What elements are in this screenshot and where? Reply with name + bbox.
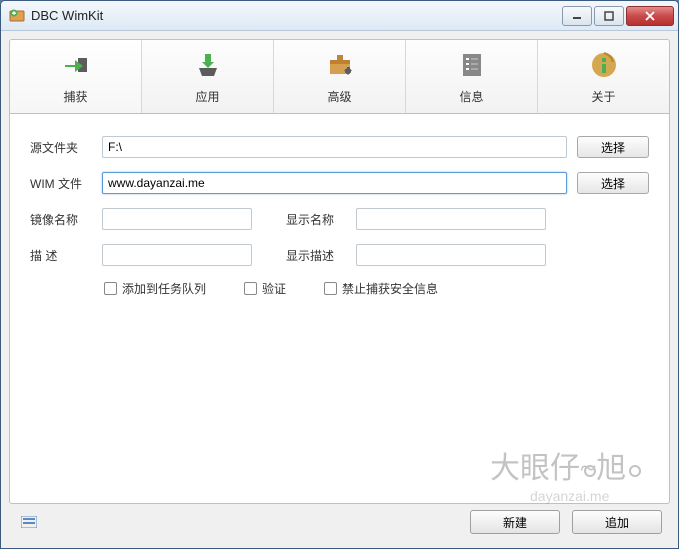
display-name-label: 显示名称 — [286, 211, 346, 228]
wim-file-input[interactable] — [102, 172, 567, 194]
capture-icon — [61, 50, 91, 80]
checkbox-icon — [104, 282, 117, 295]
titlebar: DBC WimKit — [1, 1, 678, 31]
tab-apply[interactable]: 应用 — [142, 40, 274, 113]
maximize-button[interactable] — [594, 6, 624, 26]
window-controls — [562, 6, 674, 26]
tab-info-label: 信息 — [459, 88, 483, 105]
checkbox-icon — [244, 282, 257, 295]
apply-icon — [193, 50, 223, 80]
tab-capture-label: 捕获 — [63, 88, 87, 105]
checkbox-verify[interactable]: 验证 — [244, 280, 286, 297]
minimize-button[interactable] — [562, 6, 592, 26]
window-title: DBC WimKit — [31, 8, 562, 23]
info-icon — [457, 50, 487, 80]
display-desc-label: 显示描述 — [286, 247, 346, 264]
tab-capture[interactable]: 捕获 — [10, 40, 142, 113]
status-icon — [21, 516, 37, 528]
close-button[interactable] — [626, 6, 674, 26]
tab-info[interactable]: 信息 — [406, 40, 538, 113]
new-button[interactable]: 新建 — [470, 510, 560, 534]
tab-apply-label: 应用 — [195, 88, 219, 105]
checkbox-verify-label: 验证 — [262, 280, 286, 297]
wim-file-select-button[interactable]: 选择 — [577, 172, 649, 194]
tab-about-label: 关于 — [591, 88, 615, 105]
checkbox-add-to-queue[interactable]: 添加到任务队列 — [104, 280, 206, 297]
source-folder-select-button[interactable]: 选择 — [577, 136, 649, 158]
checkbox-icon — [324, 282, 337, 295]
footer: 新建 追加 — [9, 504, 670, 540]
app-window: DBC WimKit — [0, 0, 679, 549]
display-desc-input[interactable] — [356, 244, 546, 266]
source-folder-input[interactable] — [102, 136, 567, 158]
checkbox-add-to-queue-label: 添加到任务队列 — [122, 280, 206, 297]
tab-advanced[interactable]: 高级 — [274, 40, 406, 113]
tab-about[interactable]: 关于 — [538, 40, 669, 113]
image-name-input[interactable] — [102, 208, 252, 230]
display-name-input[interactable] — [356, 208, 546, 230]
content-area: 捕获 应用 — [1, 31, 678, 548]
main-panel: 捕获 应用 — [9, 39, 670, 504]
source-folder-label: 源文件夹 — [30, 139, 92, 156]
append-button[interactable]: 追加 — [572, 510, 662, 534]
description-label: 描 述 — [30, 247, 92, 264]
form-body: 源文件夹 选择 WIM 文件 选择 镜像名称 显示名称 — [10, 114, 669, 503]
tab-advanced-label: 高级 — [327, 88, 351, 105]
advanced-icon — [325, 50, 355, 80]
checkbox-forbid-security[interactable]: 禁止捕获安全信息 — [324, 280, 438, 297]
description-input[interactable] — [102, 244, 252, 266]
checkbox-forbid-security-label: 禁止捕获安全信息 — [342, 280, 438, 297]
toolbar: 捕获 应用 — [10, 40, 669, 114]
about-icon — [589, 50, 619, 80]
app-icon — [9, 8, 25, 24]
image-name-label: 镜像名称 — [30, 211, 92, 228]
wim-file-label: WIM 文件 — [30, 175, 92, 192]
